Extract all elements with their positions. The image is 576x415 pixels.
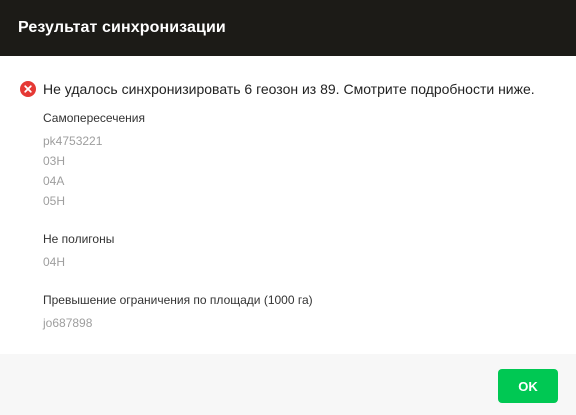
list-item: 03H: [43, 154, 66, 168]
group-self-intersections: Самопересечения pk4753221 03H 04A 05H: [43, 108, 563, 211]
group-title: Превышение ограничения по площади (1000 …: [43, 293, 313, 307]
dialog-title: Результат синхронизации: [18, 19, 226, 36]
group-area-limit: Превышение ограничения по площади (1000 …: [43, 290, 563, 333]
dialog-content: Не удалось синхронизировать 6 геозон из …: [0, 56, 576, 354]
list-item: 05H: [43, 194, 66, 208]
group-title: Самопересечения: [43, 111, 145, 125]
error-circle-icon: [20, 81, 36, 97]
dialog-header: Результат синхронизации: [0, 0, 576, 56]
group-title: Не полигоны: [43, 232, 115, 246]
error-groups: Самопересечения pk4753221 03H 04A 05H Не…: [43, 108, 563, 351]
list-item: jo687898: [43, 316, 93, 330]
list-item: 04A: [43, 174, 65, 188]
sync-result-dialog: Результат синхронизации Не удалось синхр…: [0, 0, 576, 415]
list-item: 04H: [43, 255, 66, 269]
group-not-polygons: Не полигоны 04H: [43, 229, 563, 272]
error-message: Не удалось синхронизировать 6 геозон из …: [43, 81, 535, 97]
ok-button[interactable]: OK: [498, 369, 558, 403]
error-summary: Не удалось синхронизировать 6 геозон из …: [20, 80, 535, 98]
dialog-footer: OK: [0, 354, 576, 415]
list-item: pk4753221: [43, 134, 103, 148]
